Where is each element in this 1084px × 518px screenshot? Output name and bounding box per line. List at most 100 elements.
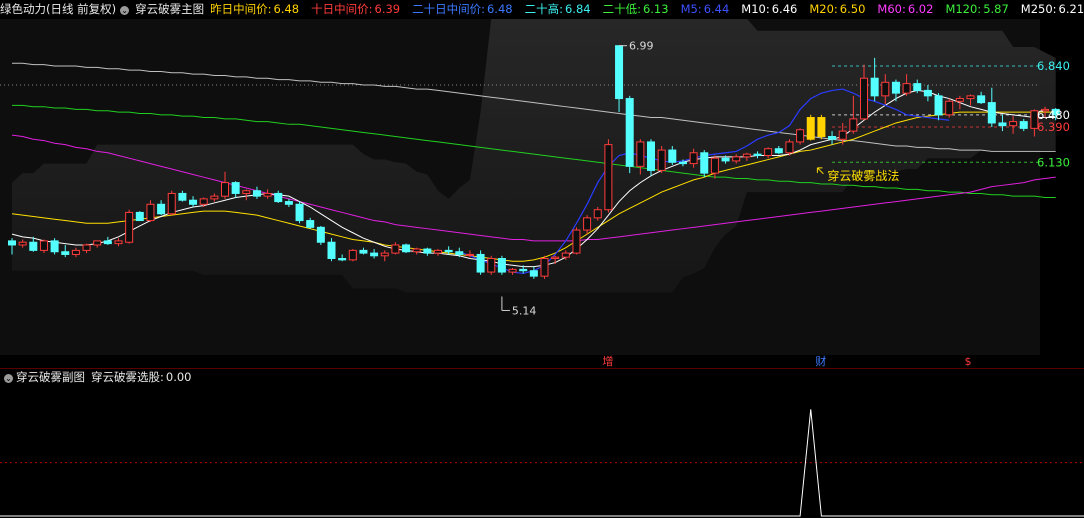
candle — [476, 250, 485, 275]
price-label: 6.130 — [1037, 155, 1070, 169]
candle-body — [742, 153, 751, 158]
candle-body — [519, 268, 528, 272]
candle-body — [274, 192, 283, 203]
candle-body — [615, 45, 624, 100]
candle — [487, 255, 496, 275]
header-item-value: 6.50 — [839, 2, 866, 16]
candle-body — [540, 258, 549, 277]
candle — [806, 114, 815, 141]
main-price-chart[interactable]: 6.995.14穿云破雾战法 6.8406.4806.3906.130 — [0, 19, 1084, 355]
candle-body — [252, 190, 261, 197]
header-item-value: 6.21 — [1058, 2, 1084, 16]
candle-body — [50, 240, 59, 253]
header-item-label: 昨日中间价: — [210, 2, 272, 16]
header-item-value: 6.44 — [703, 2, 730, 16]
sub-chart-plot — [0, 409, 1084, 517]
header-item: M60: 6.02 — [877, 2, 939, 16]
price-label: 6.390 — [1037, 120, 1070, 134]
header-item-value: 6.48 — [486, 2, 513, 16]
candle — [817, 114, 826, 140]
event-badge[interactable]: $ — [965, 355, 972, 368]
candle-body — [423, 248, 432, 254]
candle-body — [476, 253, 485, 273]
event-badge[interactable]: 财 — [815, 355, 826, 368]
candle-body — [934, 95, 943, 116]
candle-body — [39, 240, 48, 251]
header-item-label: M60: — [877, 2, 906, 16]
dropdown-circle-icon[interactable]: ⌄ — [120, 6, 130, 15]
event-badge-row: 增 财 $ — [0, 355, 1084, 368]
candle-body — [551, 256, 560, 260]
candle-body — [359, 249, 368, 254]
candle-body — [572, 229, 581, 254]
candle-body — [860, 77, 868, 120]
header-item-value: 5.87 — [983, 2, 1009, 16]
candle-body — [199, 198, 208, 205]
candle-body — [29, 241, 38, 251]
sub-item-value: 0.00 — [165, 370, 192, 384]
candle-body — [242, 190, 251, 194]
candle-body — [412, 248, 421, 253]
candle-body — [689, 152, 698, 165]
candle-body — [955, 98, 964, 102]
low-annotation: 5.14 — [512, 304, 537, 317]
candle-body — [870, 77, 879, 97]
candle-body — [529, 270, 538, 277]
header-item-label: M10: — [741, 2, 770, 16]
candle-body — [817, 117, 826, 138]
header-item-label: 十日中间价: — [311, 2, 373, 16]
candle-body — [721, 157, 730, 162]
candle-body — [838, 130, 847, 140]
candle-body — [18, 241, 27, 246]
header-item: M5: 6.44 — [681, 2, 736, 16]
candle — [135, 211, 144, 222]
candle-body — [774, 148, 783, 154]
sub-indicator-name[interactable]: 穿云破雾副图 — [16, 370, 85, 384]
candle-body — [82, 244, 91, 251]
header-item: M10: 6.46 — [741, 2, 803, 16]
candle-body — [966, 95, 975, 100]
candle-body — [210, 195, 219, 200]
candle-body — [785, 141, 794, 154]
candle-body — [444, 249, 453, 253]
candle-body — [338, 258, 347, 261]
header-item-value: 6.48 — [273, 2, 300, 16]
candle-body — [189, 199, 198, 205]
candle-body — [316, 226, 325, 243]
signal-annotation: 穿云破雾战法 — [827, 168, 899, 183]
candle-body — [455, 251, 464, 255]
candle-body — [167, 192, 176, 215]
candle-body — [710, 157, 719, 174]
candle-body — [913, 83, 922, 91]
candle-body — [700, 152, 709, 174]
candle-body — [923, 89, 932, 97]
sub-signal-chart[interactable] — [0, 386, 1084, 518]
candle-body — [125, 211, 134, 243]
indicator-name[interactable]: 穿云破雾主图 — [135, 2, 204, 16]
header-item-value: 6.39 — [374, 2, 401, 16]
candle-body — [891, 81, 900, 94]
candle-body — [998, 122, 1007, 127]
candle — [625, 95, 634, 174]
candle-body — [849, 118, 858, 132]
candle-body — [881, 81, 890, 97]
candle-body — [146, 203, 155, 222]
candle-body — [380, 252, 389, 257]
candle-body — [497, 258, 506, 273]
header-item-value: 6.46 — [771, 2, 798, 16]
candle-body — [1019, 121, 1028, 129]
candle-body — [391, 244, 400, 254]
candle-body — [284, 201, 293, 205]
candle-body — [796, 129, 805, 143]
candle-body — [1009, 121, 1018, 127]
header-item-label: 二十高: — [524, 2, 563, 16]
candle-body — [263, 192, 272, 197]
candle-body — [71, 249, 80, 255]
event-badge[interactable]: 增 — [602, 355, 613, 368]
header-item-label: M20: — [809, 2, 838, 16]
candle-body — [604, 144, 613, 211]
dropdown-circle-icon[interactable]: ⌄ — [4, 374, 13, 383]
candle — [572, 227, 581, 255]
candle-body — [114, 240, 123, 245]
candle-body — [977, 95, 986, 104]
